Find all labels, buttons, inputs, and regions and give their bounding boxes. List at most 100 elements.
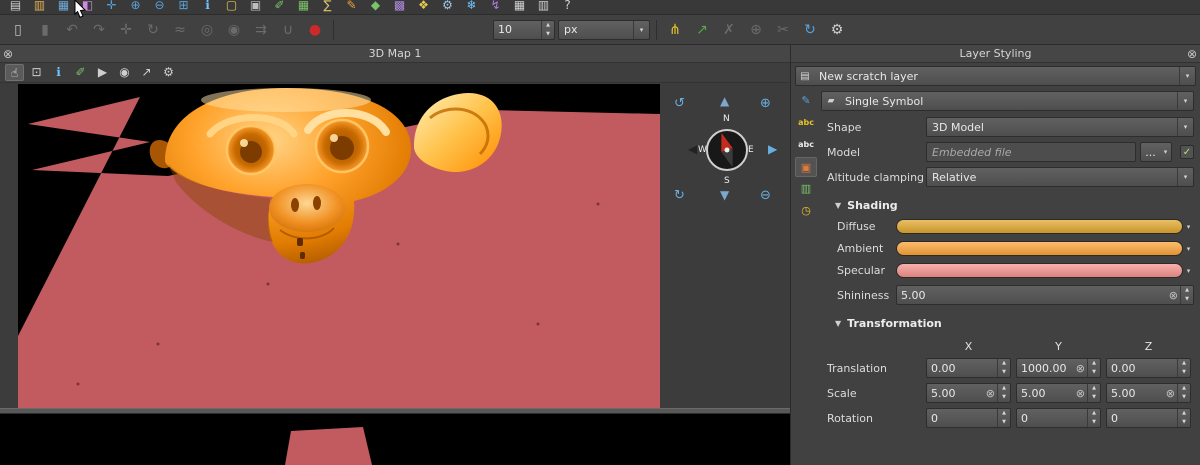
close-panel-icon[interactable]: ⊗ [3,47,13,61]
project-open-icon[interactable]: ▥ [30,0,49,14]
spinbox-arrows[interactable]: ▲ ▼ [1087,359,1100,377]
symbology-tab-icon[interactable]: ✎ [795,91,817,111]
layout-manager-icon[interactable]: ▥ [534,0,553,14]
add-vector-icon[interactable]: ◆ [366,0,385,14]
spin-up-icon[interactable]: ▲ [542,21,554,30]
rotation-y-spinbox[interactable]: 0 ▲ ▼ [1016,408,1101,428]
measure-line-icon[interactable]: ✐ [71,64,90,81]
lightning-icon[interactable]: ↯ [486,0,505,14]
spin-down-icon[interactable]: ▼ [1088,418,1100,427]
spinbox-arrows[interactable]: ▲ ▼ [997,359,1010,377]
copy-style-icon[interactable]: ▯ [6,19,30,41]
project-new-icon[interactable]: ▤ [6,0,25,14]
symbol-type-combobox[interactable]: ▰ Single Symbol ▾ [821,91,1194,111]
tilt-up-arrow-icon[interactable]: ▲ [720,94,729,108]
paste-style-icon[interactable]: ▮ [33,19,57,41]
ambient-color-button[interactable] [896,241,1183,256]
spin-up-icon[interactable]: ▲ [998,359,1010,368]
clear-value-icon[interactable]: ⊗ [986,388,995,399]
3d-viewport[interactable] [18,84,660,410]
zoom-out-icon[interactable]: ⊖ [150,0,169,14]
spin-down-icon[interactable]: ▼ [998,393,1010,402]
spin-up-icon[interactable]: ▲ [1178,409,1190,418]
zoom-out-icon[interactable]: ⊖ [760,188,771,203]
view3d-tab-icon[interactable]: ▣ [795,157,817,177]
spin-down-icon[interactable]: ▼ [998,368,1010,377]
add-part-icon[interactable]: ◉ [222,19,246,41]
unit-combobox[interactable]: px ▾ [558,20,650,40]
pan-map-icon[interactable]: ✛ [102,0,121,14]
move-feature-icon[interactable]: ✛ [114,19,138,41]
labels-tab-icon[interactable]: abc [795,113,817,133]
history-tab-icon[interactable]: ◷ [795,201,817,221]
spin-down-icon[interactable]: ▼ [1178,418,1190,427]
rotation-z-spinbox[interactable]: 0 ▲ ▼ [1106,408,1191,428]
spin-down-icon[interactable]: ▼ [1178,393,1190,402]
zoom-in-icon[interactable]: ⊕ [760,96,771,111]
clear-value-icon[interactable]: ⊗ [1166,388,1175,399]
scene-options-icon[interactable]: ⚙ [159,64,178,81]
vertex-tool-icon[interactable]: ⊕ [744,19,768,41]
snowflake-icon[interactable]: ❄ [462,0,481,14]
spin-up-icon[interactable]: ▲ [1178,359,1190,368]
spinbox-arrows[interactable]: ▲ ▼ [1087,384,1100,402]
camera-control-icon[interactable]: ☝ [5,64,24,81]
scale-x-spinbox[interactable]: 5.00 ⊗ ▲ ▼ [926,383,1011,403]
processing-toolbox-icon[interactable]: ⚙ [438,0,457,14]
translation-z-spinbox[interactable]: 0.00 ▲ ▼ [1106,358,1191,378]
add-ring-icon[interactable]: ◎ [195,19,219,41]
spin-down-icon[interactable]: ▼ [1088,393,1100,402]
spin-down-icon[interactable]: ▼ [1178,368,1190,377]
spinbox-arrows[interactable]: ▲ ▼ [1177,359,1190,377]
spinbox-arrows[interactable]: ▲ ▼ [1177,409,1190,427]
shading-section-header[interactable]: ▼ Shading [835,199,1197,212]
identify-icon[interactable]: ℹ [49,64,68,81]
spin-down-icon[interactable]: ▼ [998,418,1010,427]
field-calculator-icon[interactable]: ∑ [318,0,337,14]
refresh-icon[interactable]: ↻ [798,19,822,41]
pan-left-arrow-icon[interactable]: ◀ [688,142,697,156]
scale-z-spinbox[interactable]: 5.00 ⊗ ▲ ▼ [1106,383,1191,403]
main-map-canvas[interactable] [0,414,790,465]
callouts-tab-icon[interactable]: abc [795,135,817,155]
compass[interactable] [705,128,749,172]
orbit-down-icon[interactable]: ↻ [674,188,685,203]
spin-down-icon[interactable]: ▼ [1088,368,1100,377]
specular-color-button[interactable] [896,263,1183,278]
scale-y-spinbox[interactable]: 5.00 ⊗ ▲ ▼ [1016,383,1101,403]
spin-up-icon[interactable]: ▲ [1088,384,1100,393]
help-icon[interactable]: ? [558,0,577,14]
spinbox-arrows[interactable]: ▲ ▼ [1180,286,1193,304]
size-spinbox[interactable]: 10 ▲ ▼ [493,20,555,40]
shininess-spinbox[interactable]: 5.00 ⊗ ▲ ▼ [896,285,1194,305]
browse-dropdown-icon[interactable]: ▾ [1160,148,1171,156]
zoom-in-icon[interactable]: ⊕ [126,0,145,14]
color-dropdown-icon[interactable]: ▾ [1183,245,1194,253]
combo-arrow-icon[interactable]: ▾ [1177,92,1193,110]
spin-down-icon[interactable]: ▼ [542,30,554,39]
deselect-icon[interactable]: ▣ [246,0,265,14]
collapse-icon[interactable]: ▼ [835,201,841,210]
spin-up-icon[interactable]: ▲ [998,384,1010,393]
redo-icon[interactable]: ↷ [87,19,111,41]
spinbox-arrows[interactable]: ▲ ▼ [997,409,1010,427]
new-layer-icon[interactable]: ✎ [342,0,361,14]
tracing-icon[interactable]: ↗ [690,19,714,41]
spin-up-icon[interactable]: ▲ [998,409,1010,418]
diffuse-color-button[interactable] [896,219,1183,234]
simplify-feature-icon[interactable]: ≈ [168,19,192,41]
undo-icon[interactable]: ↶ [60,19,84,41]
transformation-section-header[interactable]: ▼ Transformation [835,317,1197,330]
project-save-icon[interactable]: ▦ [54,0,73,14]
close-panel-icon[interactable]: ⊗ [1187,47,1197,61]
combo-arrow-icon[interactable]: ▾ [1177,118,1193,136]
identify-icon[interactable]: ℹ [198,0,217,14]
pan-right-arrow-icon[interactable]: ▶ [768,142,777,156]
spinbox-arrows[interactable]: ▲ ▼ [541,21,554,39]
spin-up-icon[interactable]: ▲ [1088,409,1100,418]
color-dropdown-icon[interactable]: ▾ [1183,223,1194,231]
cut-features-icon[interactable]: ✂ [771,19,795,41]
browse-model-button[interactable]: ... ▾ [1140,142,1172,162]
clear-value-icon[interactable]: ⊗ [1076,388,1085,399]
attribute-table-icon[interactable]: ▦ [294,0,313,14]
